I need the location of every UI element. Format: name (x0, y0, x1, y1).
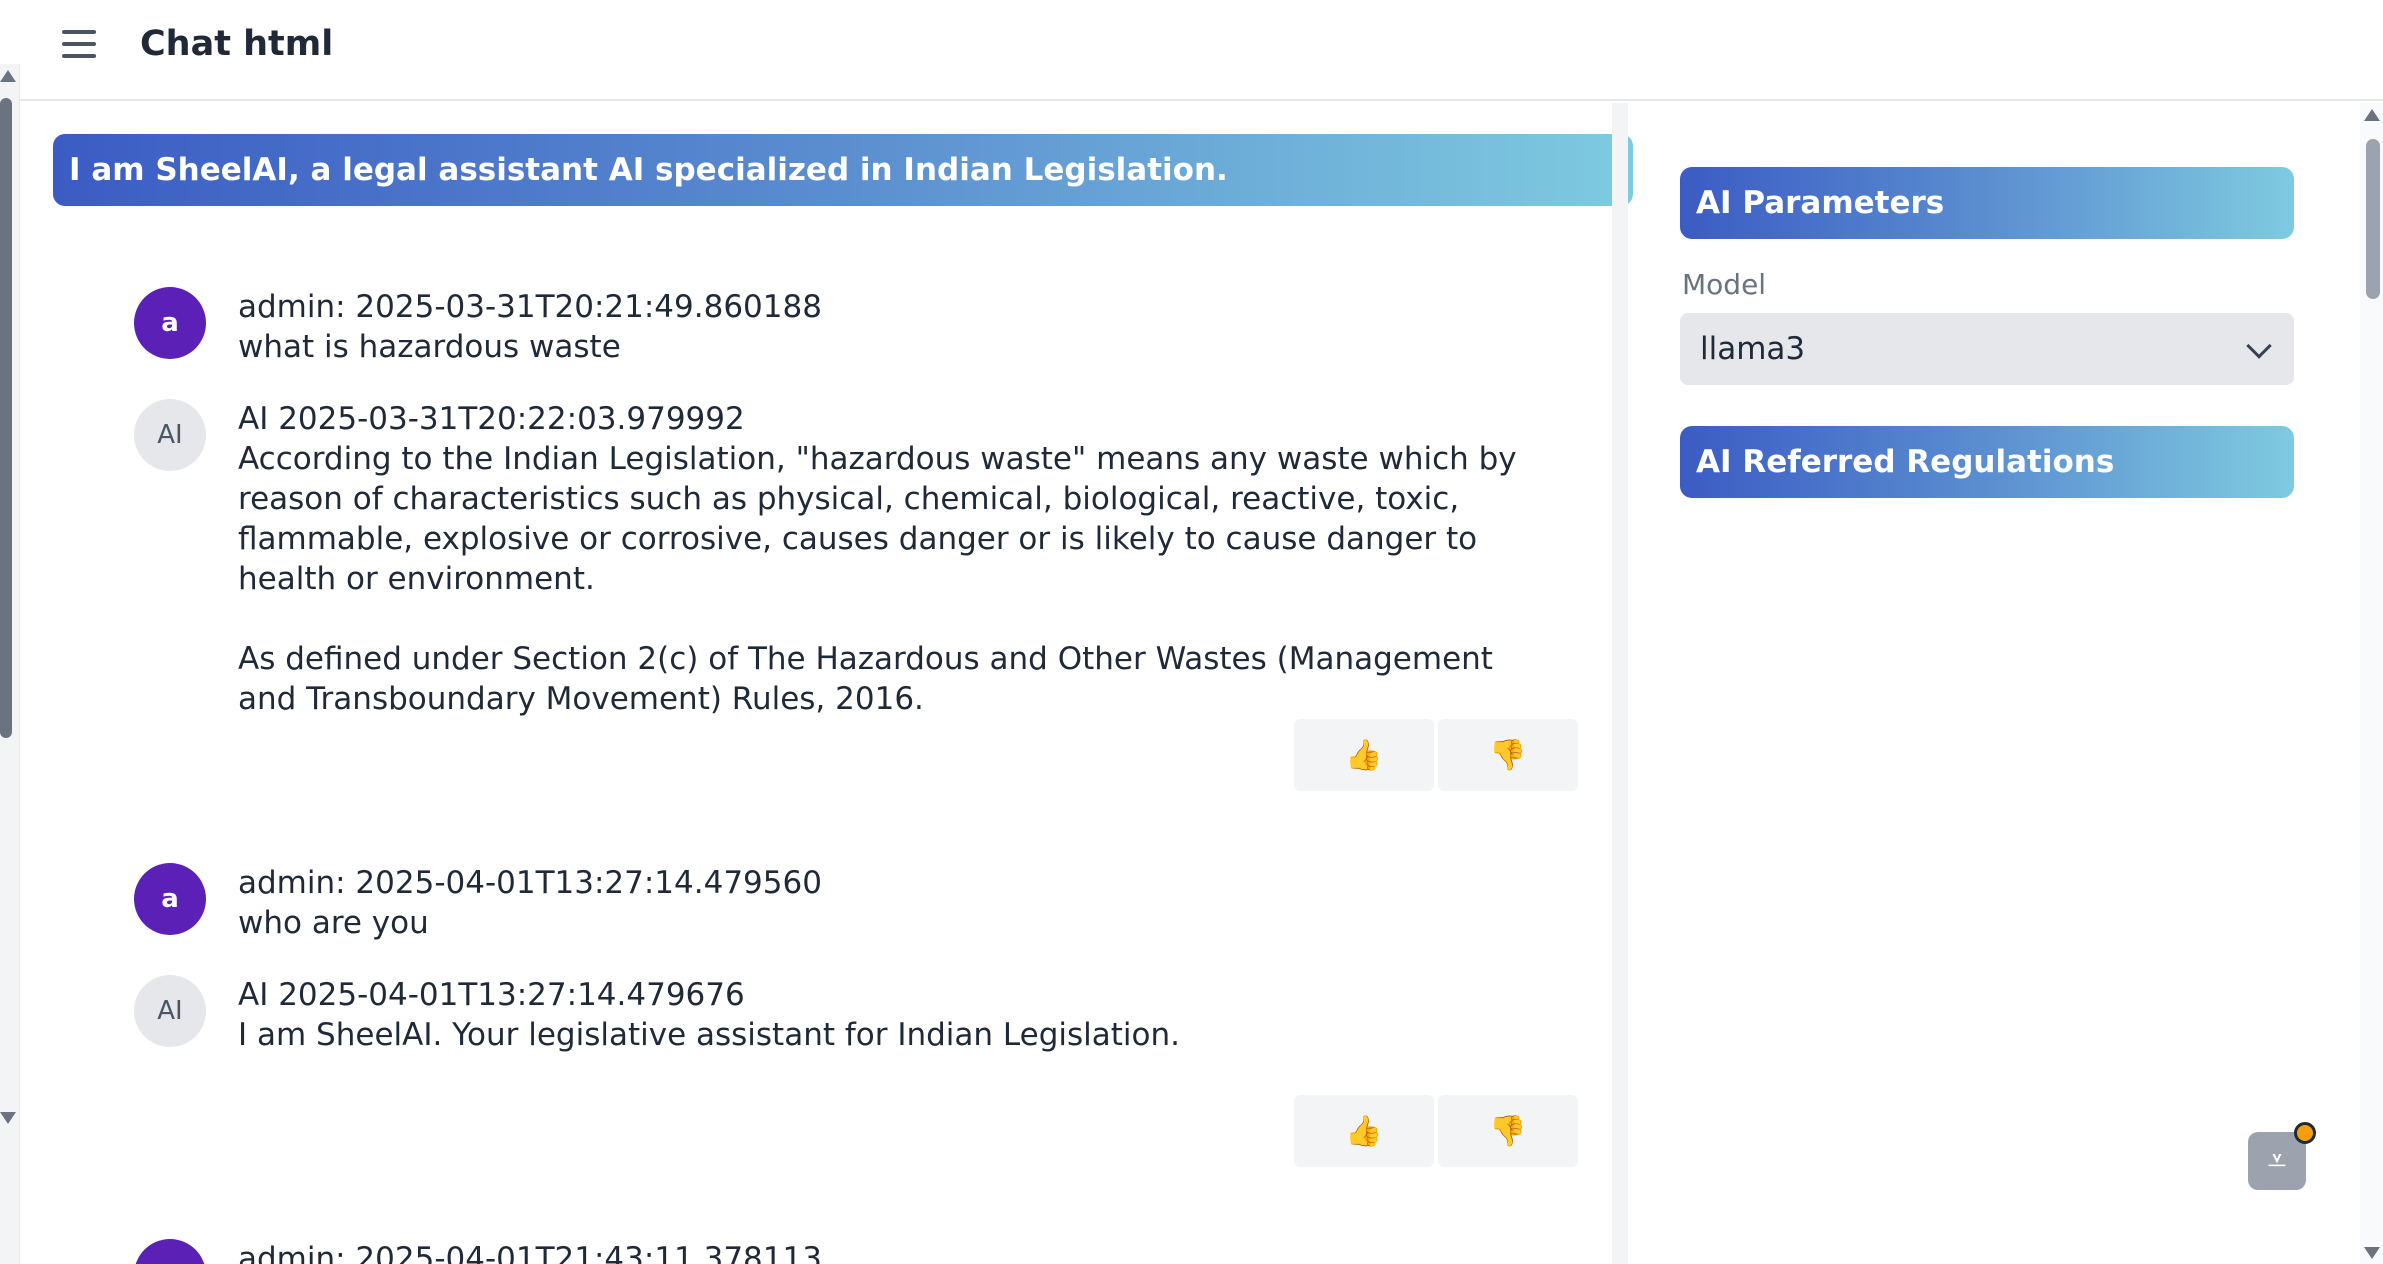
ai-parameters-header: AI Parameters (1680, 167, 2294, 239)
model-label: Model (1682, 268, 1767, 301)
chevron-down-icon (2246, 333, 2272, 359)
notification-dot (2294, 1122, 2316, 1144)
model-select[interactable]: llama3 (1680, 313, 2294, 385)
ai-referred-regulations-header[interactable]: AI Referred Regulations (1680, 426, 2294, 498)
message-text: who are you (238, 905, 429, 941)
thumbs-up-button[interactable]: 👍 (1294, 719, 1434, 791)
scroll-down-arrow-icon[interactable] (2364, 1247, 2380, 1259)
right-scrollbar[interactable] (2360, 103, 2383, 1264)
scroll-up-arrow-icon[interactable] (2364, 109, 2380, 121)
feedback-buttons: 👍 👎 (1294, 719, 1578, 791)
panel-divider (1612, 103, 1628, 1264)
left-scrollbar[interactable] (0, 64, 20, 1264)
message-text: According to the Indian Legislation, "ha… (238, 441, 1517, 717)
message-text: I am SheelAI. Your legislative assistant… (238, 1017, 1181, 1053)
intro-banner: I am SheelAI, a legal assistant AI speci… (53, 134, 1633, 206)
chat-area: I am SheelAI, a legal assistant AI speci… (22, 103, 1634, 1264)
avatar: a (134, 1239, 206, 1264)
hamburger-menu-icon[interactable] (62, 30, 98, 62)
message-meta: admin: 2025-03-31T20:21:49.860188 (238, 289, 822, 325)
assistant-widget-button[interactable]: ⩡ (2248, 1122, 2316, 1190)
widget-logo-icon: ⩡ (2267, 1141, 2287, 1181)
message-meta: AI 2025-04-01T13:27:14.479676 (238, 977, 745, 1013)
scroll-down-arrow-icon[interactable] (0, 1112, 16, 1124)
avatar: AI (134, 975, 206, 1047)
thumbs-down-button[interactable]: 👎 (1438, 719, 1578, 791)
model-select-value: llama3 (1700, 331, 1806, 367)
scroll-up-arrow-icon[interactable] (0, 70, 16, 82)
message-text: what is hazardous waste (238, 329, 621, 365)
thumbs-down-button[interactable]: 👎 (1438, 1095, 1578, 1167)
avatar: a (134, 863, 206, 935)
message-meta: admin: 2025-04-01T21:43:11.378113 (238, 1241, 822, 1264)
feedback-buttons: 👍 👎 (1294, 1095, 1578, 1167)
avatar: a (134, 287, 206, 359)
app-header: Chat html (0, 0, 2383, 101)
scrollbar-thumb[interactable] (0, 98, 12, 738)
message-meta: admin: 2025-04-01T13:27:14.479560 (238, 865, 822, 901)
scrollbar-thumb[interactable] (2366, 139, 2380, 299)
right-panel: AI Parameters Model llama3 AI Referred R… (1648, 103, 2348, 1264)
message-meta: AI 2025-03-31T20:22:03.979992 (238, 401, 745, 437)
thumbs-up-button[interactable]: 👍 (1294, 1095, 1434, 1167)
page-title: Chat html (140, 24, 334, 64)
avatar: AI (134, 399, 206, 471)
